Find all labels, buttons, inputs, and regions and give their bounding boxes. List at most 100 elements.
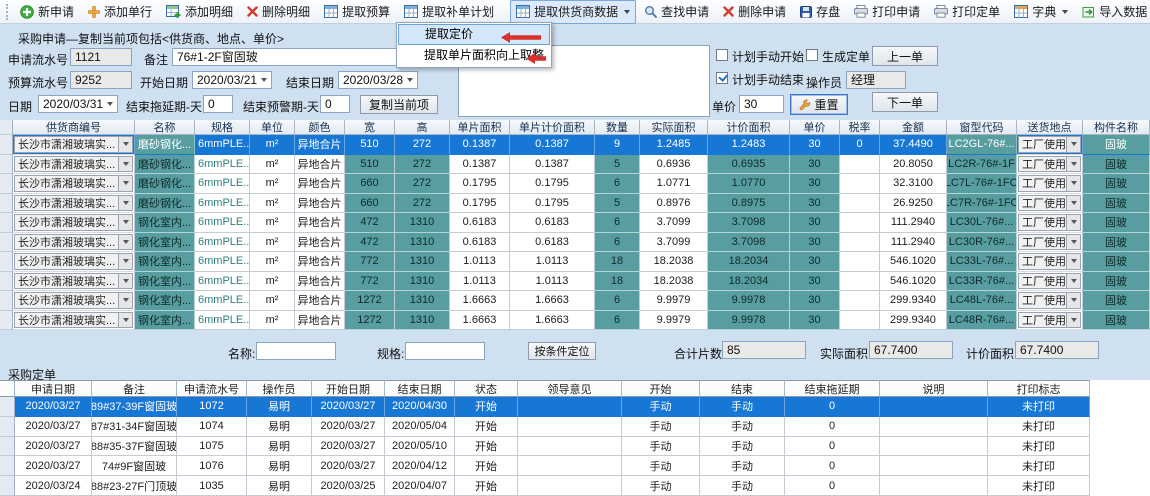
- toolbar-button-查找申请[interactable]: 查找申请: [638, 0, 715, 24]
- toolbar-button-打印定单[interactable]: 打印定单: [928, 0, 1006, 24]
- column-header-打印标志[interactable]: 打印标志: [988, 380, 1090, 397]
- toolbar-button-打印申请[interactable]: 打印申请: [848, 0, 926, 24]
- column-header-操作员[interactable]: 操作员: [247, 380, 312, 397]
- row-selector[interactable]: [0, 252, 13, 272]
- row-selector[interactable]: [0, 272, 13, 292]
- supplier-combo[interactable]: 长沙市潇湘玻璃实...: [14, 292, 133, 309]
- start-date-combo[interactable]: 2020/03/21: [192, 71, 272, 89]
- column-header-计价面积[interactable]: 计价面积: [708, 120, 790, 135]
- table-row[interactable]: 2020/03/2787#31-34F窗固玻1074易明2020/03/2720…: [0, 417, 1150, 437]
- toolbar-button-删除申请[interactable]: 删除申请: [717, 0, 792, 24]
- row-selector[interactable]: [0, 135, 13, 155]
- column-header-送货地点[interactable]: 送货地点: [1017, 120, 1083, 135]
- budget-no-field[interactable]: 9252: [70, 71, 132, 89]
- filter-name-input[interactable]: [256, 342, 336, 360]
- column-header-申请流水号[interactable]: 申请流水号: [177, 380, 247, 397]
- row-selector[interactable]: [0, 417, 15, 437]
- column-header-申请日期[interactable]: 申请日期: [15, 380, 92, 397]
- plan-manual-end-checkbox[interactable]: [716, 72, 728, 84]
- table-row[interactable]: 长沙市潇湘玻璃实...钢化室内...6mmPLE...m²异地合片7721310…: [0, 272, 1150, 292]
- column-header-规格[interactable]: 规格: [195, 120, 250, 135]
- table-row[interactable]: 长沙市潇湘玻璃实...钢化室内...6mmPLE...m²异地合片4721310…: [0, 213, 1150, 233]
- end-date-combo[interactable]: 2020/03/28: [338, 71, 418, 89]
- column-header-开始日期[interactable]: 开始日期: [312, 380, 385, 397]
- delivery-location-combo[interactable]: 工厂使用: [1018, 156, 1081, 173]
- column-header-高[interactable]: 高: [395, 120, 450, 135]
- row-selector[interactable]: [0, 456, 15, 476]
- delivery-location-combo[interactable]: 工厂使用: [1018, 292, 1081, 309]
- generate-order-checkbox[interactable]: [806, 49, 818, 61]
- table-row[interactable]: 2020/03/2774#9F窗固玻1076易明2020/03/272020/0…: [0, 456, 1150, 476]
- delivery-location-combo[interactable]: 工厂使用: [1018, 175, 1081, 192]
- row-selector[interactable]: [0, 194, 13, 214]
- column-header-税率[interactable]: 税率: [840, 120, 880, 135]
- toolbar-button-新申请[interactable]: 新申请: [14, 0, 80, 24]
- column-header-备注[interactable]: 备注: [92, 380, 177, 397]
- reset-button[interactable]: 重置: [790, 94, 848, 115]
- plan-manual-start-checkbox[interactable]: [716, 49, 728, 61]
- column-header-供货商编号[interactable]: 供货商编号: [13, 120, 135, 135]
- column-header-单片计价面积[interactable]: 单片计价面积: [510, 120, 595, 135]
- end-warn-field[interactable]: 0: [320, 95, 350, 113]
- toolbar-button-导入数据[interactable]: 导入数据: [1076, 0, 1150, 24]
- column-header-金额[interactable]: 金额: [880, 120, 947, 135]
- table-row[interactable]: 长沙市潇湘玻璃实...磨砂钢化...6mmPLE...m²异地合片5102720…: [0, 135, 1150, 155]
- supplier-combo[interactable]: 长沙市潇湘玻璃实...: [14, 253, 133, 270]
- supplier-combo[interactable]: 长沙市潇湘玻璃实...: [14, 156, 133, 173]
- column-header-构件名称[interactable]: 构件名称: [1083, 120, 1150, 135]
- end-delay-field[interactable]: 0: [203, 95, 233, 113]
- table-row[interactable]: 长沙市潇湘玻璃实...磨砂钢化...6mmPLE...m²异地合片6602720…: [0, 194, 1150, 214]
- table-row[interactable]: 长沙市潇湘玻璃实...磨砂钢化...6mmPLE...m²异地合片6602720…: [0, 174, 1150, 194]
- supplier-combo[interactable]: 长沙市潇湘玻璃实...: [14, 214, 133, 231]
- apply-no-field[interactable]: 1121: [70, 48, 132, 66]
- delivery-location-combo[interactable]: 工厂使用: [1018, 234, 1081, 251]
- delivery-location-combo[interactable]: 工厂使用: [1018, 136, 1081, 153]
- table-row[interactable]: 2020/03/2788#35-37F窗固玻1075易明2020/03/2720…: [0, 437, 1150, 457]
- table-row[interactable]: 长沙市潇湘玻璃实...钢化室内...6mmPLE...m²异地合片4721310…: [0, 233, 1150, 253]
- toolbar-button-存盘[interactable]: 存盘: [794, 0, 846, 24]
- delivery-location-combo[interactable]: 工厂使用: [1018, 214, 1081, 231]
- delivery-location-combo[interactable]: 工厂使用: [1018, 312, 1081, 329]
- table-row[interactable]: 2020/03/2789#37-39F窗固玻1072易明2020/03/2720…: [0, 397, 1150, 417]
- toolbar-button-字典[interactable]: 字典: [1008, 0, 1074, 24]
- supplier-combo[interactable]: 长沙市潇湘玻璃实...: [14, 136, 133, 153]
- menu-item-提取单片面积向上取整[interactable]: 提取单片面积向上取整: [398, 45, 550, 66]
- toolbar-button-添加单行[interactable]: 添加单行: [82, 0, 158, 24]
- toolbar-button-提取补单计划[interactable]: 提取补单计划: [398, 0, 500, 24]
- column-header-领导意见[interactable]: 领导意见: [518, 380, 622, 397]
- locate-by-condition-button[interactable]: 按条件定位: [528, 342, 596, 360]
- column-header-状态[interactable]: 状态: [455, 380, 518, 397]
- row-selector[interactable]: [0, 155, 13, 175]
- unit-price-field[interactable]: 30: [739, 95, 784, 113]
- row-selector[interactable]: [0, 437, 15, 457]
- row-selector[interactable]: [0, 476, 15, 496]
- prev-order-button[interactable]: 上一单: [872, 46, 938, 66]
- column-header-实际面积[interactable]: 实际面积: [640, 120, 708, 135]
- column-header-结束[interactable]: 结束: [700, 380, 785, 397]
- supplier-combo[interactable]: 长沙市潇湘玻璃实...: [14, 175, 133, 192]
- toolbar-button-添加明细[interactable]: 添加明细: [160, 0, 239, 24]
- supplier-combo[interactable]: 长沙市潇湘玻璃实...: [14, 273, 133, 290]
- next-order-button[interactable]: 下一单: [872, 92, 938, 112]
- row-selector[interactable]: [0, 311, 13, 331]
- filter-spec-input[interactable]: [405, 342, 485, 360]
- column-header-单位[interactable]: 单位: [250, 120, 295, 135]
- menu-item-提取定价[interactable]: 提取定价: [398, 24, 550, 45]
- column-header-结束拖延期[interactable]: 结束拖延期: [785, 380, 880, 397]
- column-header-颜色[interactable]: 颜色: [295, 120, 345, 135]
- operator-field[interactable]: 经理: [846, 71, 906, 89]
- column-header-说明[interactable]: 说明: [880, 380, 988, 397]
- delivery-location-combo[interactable]: 工厂使用: [1018, 195, 1081, 212]
- table-row[interactable]: 长沙市潇湘玻璃实...磨砂钢化...6mmPLE...m²异地合片5102720…: [0, 155, 1150, 175]
- column-header-数量[interactable]: 数量: [595, 120, 640, 135]
- column-header-窗型代码[interactable]: 窗型代码: [947, 120, 1017, 135]
- column-header-开始[interactable]: 开始: [622, 380, 700, 397]
- row-selector[interactable]: [0, 291, 13, 311]
- row-selector[interactable]: [0, 233, 13, 253]
- delivery-location-combo[interactable]: 工厂使用: [1018, 253, 1081, 270]
- toolbar-button-提取供货商数据[interactable]: 提取供货商数据: [510, 0, 636, 24]
- date-combo[interactable]: 2020/03/31: [38, 95, 118, 113]
- delivery-location-combo[interactable]: 工厂使用: [1018, 273, 1081, 290]
- table-row[interactable]: 长沙市潇湘玻璃实...钢化室内...6mmPLE...m²异地合片1272131…: [0, 291, 1150, 311]
- toolbar-button-删除明细[interactable]: 删除明细: [241, 0, 316, 24]
